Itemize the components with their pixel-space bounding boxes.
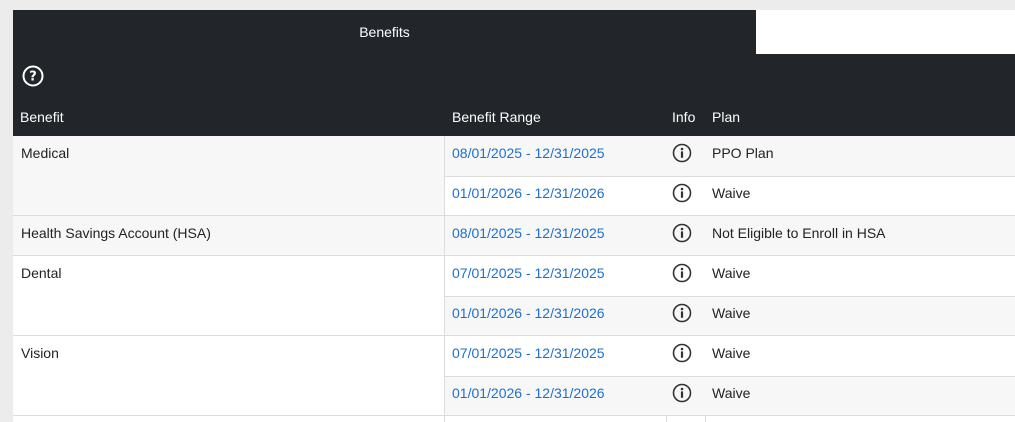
table-row: 01/01/2026 - 12/31/2026 Waive xyxy=(445,296,1015,336)
benefit-name: Dental xyxy=(21,265,62,281)
benefit-name: Vision xyxy=(21,345,59,361)
table-row: 08/01/2025 - 12/31/2025 Not Eligible to … xyxy=(445,216,1015,256)
benefits-table-body: Medical 08/01/2025 - 12/31/2025 PPO Plan… xyxy=(13,136,1015,422)
benefit-name: Medical xyxy=(21,145,70,161)
plan-name: PPO Plan xyxy=(712,145,774,161)
benefit-group-dental: Dental 07/01/2025 - 12/31/2025 Waive 01/… xyxy=(13,256,1015,336)
toolbar: ? xyxy=(13,54,1015,98)
header-plan[interactable]: Plan xyxy=(712,98,740,136)
tab-bar-empty-area xyxy=(756,10,1015,54)
benefit-group-vision: Vision 07/01/2025 - 12/31/2025 Waive 01/… xyxy=(13,336,1015,422)
info-icon[interactable] xyxy=(672,183,692,203)
plan-name: Waive xyxy=(712,385,751,401)
svg-text:?: ? xyxy=(29,70,37,85)
question-circle-icon[interactable]: ? xyxy=(22,65,44,87)
header-benefit-range[interactable]: Benefit Range xyxy=(452,98,541,136)
benefit-range-link[interactable]: 08/01/2025 - 12/31/2025 xyxy=(452,136,605,170)
benefit-range-link[interactable]: 08/01/2025 - 12/31/2025 xyxy=(452,216,605,250)
info-icon[interactable] xyxy=(672,223,692,243)
plan-name: Waive xyxy=(712,265,751,281)
tab-bar: Benefits xyxy=(13,10,1015,54)
info-icon[interactable] xyxy=(672,383,692,403)
header-info: Info xyxy=(672,109,696,125)
plan-name: Not Eligible to Enroll in HSA xyxy=(712,225,886,241)
info-icon[interactable] xyxy=(672,303,692,323)
table-row: 07/01/2025 - 12/31/2025 Waive xyxy=(445,336,1015,376)
benefit-range-link[interactable]: 01/01/2026 - 12/31/2026 xyxy=(452,376,605,410)
table-row: 08/01/2025 - 12/31/2025 PPO Plan xyxy=(445,136,1015,176)
plan-name: Waive xyxy=(712,185,751,201)
tab-benefits[interactable]: Benefits xyxy=(13,10,756,54)
plan-name: Waive xyxy=(712,345,751,361)
benefit-range-link[interactable]: 07/01/2025 - 12/31/2025 xyxy=(452,256,605,290)
info-icon[interactable] xyxy=(672,263,692,283)
info-icon[interactable] xyxy=(672,143,692,163)
benefit-range-link[interactable]: 07/01/2025 - 12/31/2025 xyxy=(452,336,605,370)
table-row: 01/01/2026 - 12/31/2026 Waive xyxy=(445,176,1015,216)
info-icon[interactable] xyxy=(672,343,692,363)
benefit-group-medical: Medical 08/01/2025 - 12/31/2025 PPO Plan… xyxy=(13,136,1015,216)
plan-name: Waive xyxy=(712,305,751,321)
table-header: Benefit Benefit Range Info Plan xyxy=(13,98,1015,136)
header-benefit[interactable]: Benefit xyxy=(20,98,64,136)
table-row: 01/01/2026 - 12/31/2026 Waive xyxy=(445,376,1015,416)
benefit-name: Health Savings Account (HSA) xyxy=(21,225,211,241)
benefit-range-link[interactable]: 01/01/2026 - 12/31/2026 xyxy=(452,176,605,210)
benefit-group-hsa: Health Savings Account (HSA) 08/01/2025 … xyxy=(13,216,1015,256)
table-row: 07/01/2025 - 12/31/2025 Waive xyxy=(445,256,1015,296)
benefit-range-link[interactable]: 01/01/2026 - 12/31/2026 xyxy=(452,296,605,330)
